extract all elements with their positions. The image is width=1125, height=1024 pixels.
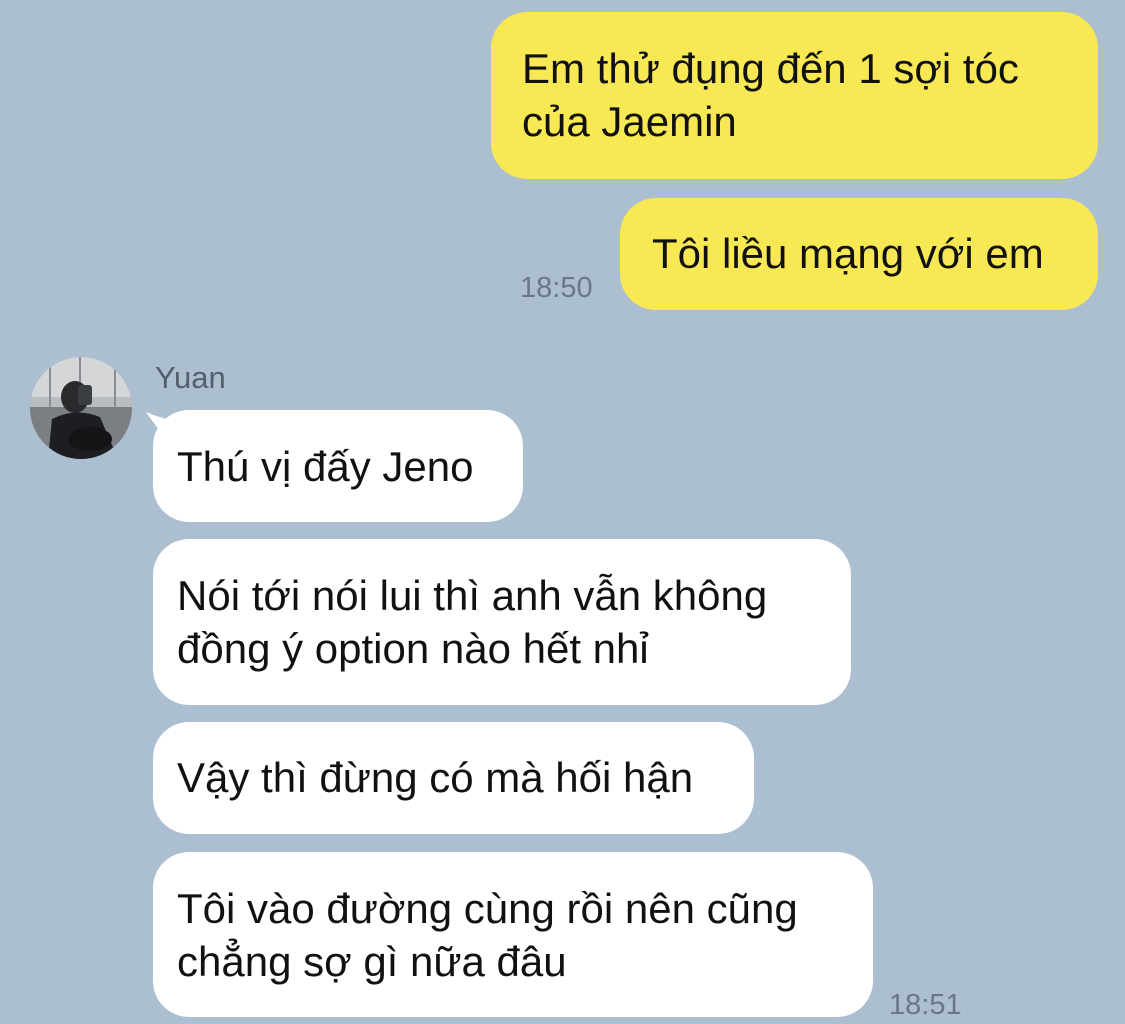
message-line: đồng ý option nào hết nhỉ: [177, 625, 649, 672]
message-text: Vậy thì đừng có mà hối hận: [177, 754, 694, 801]
message-timestamp: 18:51: [889, 989, 962, 1021]
message-text: Thú vị đấy Jeno: [177, 443, 474, 490]
outgoing-message-bubble[interactable]: Tôi liều mạng với em: [620, 198, 1098, 310]
incoming-message-bubble[interactable]: Tôi vào đường cùng rồi nên cũng chẳng sợ…: [153, 852, 873, 1017]
message-line: chẳng sợ gì nữa đâu: [177, 938, 567, 985]
chat-conversation: Em thử đụng đến 1 sợi tóc của Jaemin Tôi…: [0, 0, 1125, 1024]
sender-avatar[interactable]: [30, 357, 132, 459]
message-timestamp: 18:50: [520, 272, 593, 304]
message-line: Tôi vào đường cùng rồi nên cũng: [177, 885, 798, 932]
incoming-message-bubble[interactable]: Vậy thì đừng có mà hối hận: [153, 722, 754, 834]
sender-name: Yuan: [155, 360, 226, 395]
incoming-message-bubble[interactable]: Nói tới nói lui thì anh vẫn không đồng ý…: [153, 539, 851, 705]
message-text: Tôi liều mạng với em: [652, 230, 1044, 277]
message-line: Nói tới nói lui thì anh vẫn không: [177, 572, 768, 619]
message-line: của Jaemin: [522, 98, 737, 145]
message-line: Em thử đụng đến 1 sợi tóc: [522, 45, 1019, 92]
avatar-photo-icon: [30, 357, 132, 459]
outgoing-message-bubble[interactable]: Em thử đụng đến 1 sợi tóc của Jaemin: [491, 12, 1098, 179]
incoming-message-bubble[interactable]: Thú vị đấy Jeno: [153, 410, 523, 522]
